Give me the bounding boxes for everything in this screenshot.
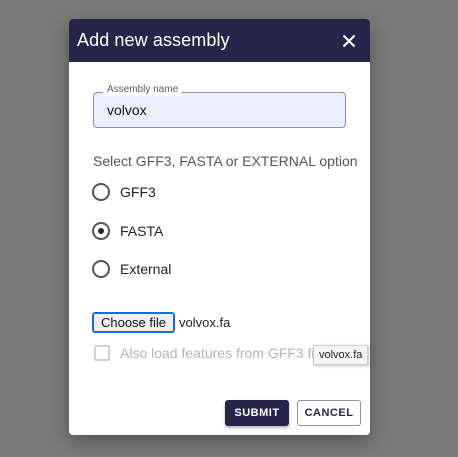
- load-features-checkbox[interactable]: [94, 345, 110, 361]
- close-button[interactable]: [338, 30, 360, 52]
- load-features-label: Also load features from GFF3 fi: [120, 345, 315, 361]
- file-name-tooltip: volvox.fa: [313, 345, 369, 365]
- option-prompt: Select GFF3, FASTA or EXTERNAL option: [93, 153, 358, 169]
- dialog-title: Add new assembly: [77, 30, 230, 50]
- dialog-header: Add new assembly: [69, 19, 370, 62]
- close-icon: [342, 34, 356, 48]
- radio-selected-dot: [98, 228, 104, 234]
- radio-label-gff3: GFF3: [120, 184, 156, 200]
- choose-file-button[interactable]: Choose file: [92, 312, 175, 333]
- radio-label-fasta: FASTA: [120, 223, 164, 239]
- radio-circle[interactable]: [92, 222, 110, 240]
- assembly-name-input[interactable]: [107, 102, 327, 118]
- radio-circle[interactable]: [92, 183, 110, 201]
- radio-label-external: External: [120, 261, 172, 277]
- assembly-name-label: Assembly name: [103, 84, 183, 96]
- radio-circle[interactable]: [92, 260, 110, 278]
- add-assembly-dialog: Add new assembly Assembly name Select GF…: [69, 19, 370, 435]
- cancel-button[interactable]: CANCEL: [297, 400, 361, 426]
- selected-file-name: volvox.fa: [179, 315, 231, 330]
- submit-button[interactable]: SUBMIT: [225, 400, 289, 426]
